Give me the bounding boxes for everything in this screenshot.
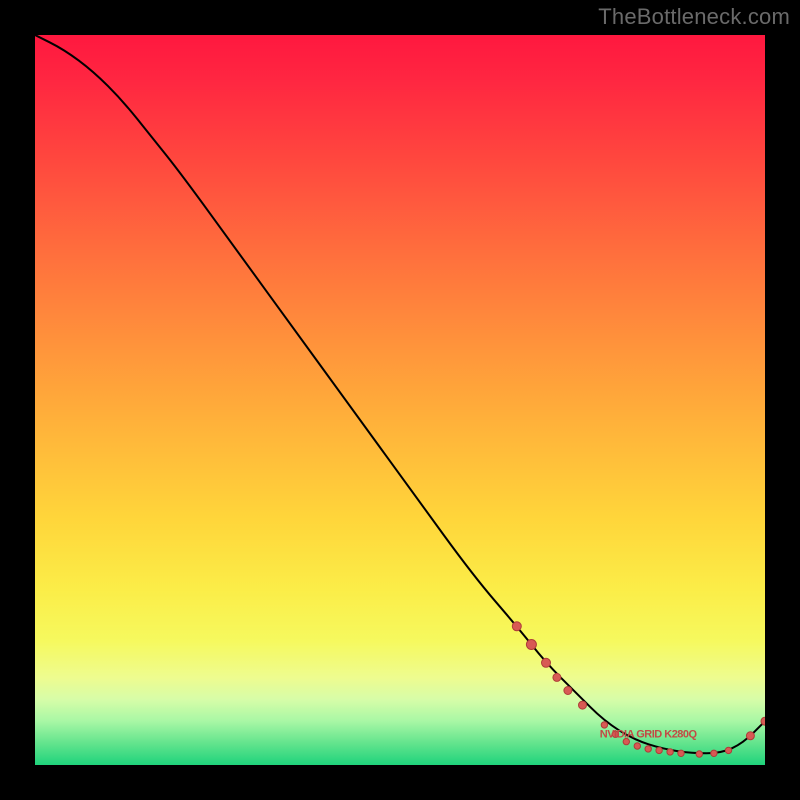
data-marker [553,673,561,681]
plot-area: NVIDIA GRID K280Q [35,35,765,765]
data-marker [526,640,536,650]
data-marker [678,750,684,756]
data-marker [725,747,731,753]
bottleneck-curve [35,35,765,753]
data-marker [667,749,673,755]
data-marker [656,747,662,753]
data-marker [601,722,607,728]
data-marker [696,751,702,757]
data-marker [542,658,551,667]
data-marker [512,622,521,631]
data-marker [711,750,717,756]
data-marker [634,743,640,749]
chart-frame: TheBottleneck.com NVIDIA GRID K280Q [0,0,800,800]
data-marker [761,717,765,725]
data-marker [645,746,651,752]
data-marker [579,701,587,709]
data-marker [746,732,754,740]
curve-annotation-label: NVIDIA GRID K280Q [600,728,698,740]
data-marker [564,687,572,695]
watermark-text: TheBottleneck.com [598,4,790,30]
chart-svg: NVIDIA GRID K280Q [35,35,765,765]
